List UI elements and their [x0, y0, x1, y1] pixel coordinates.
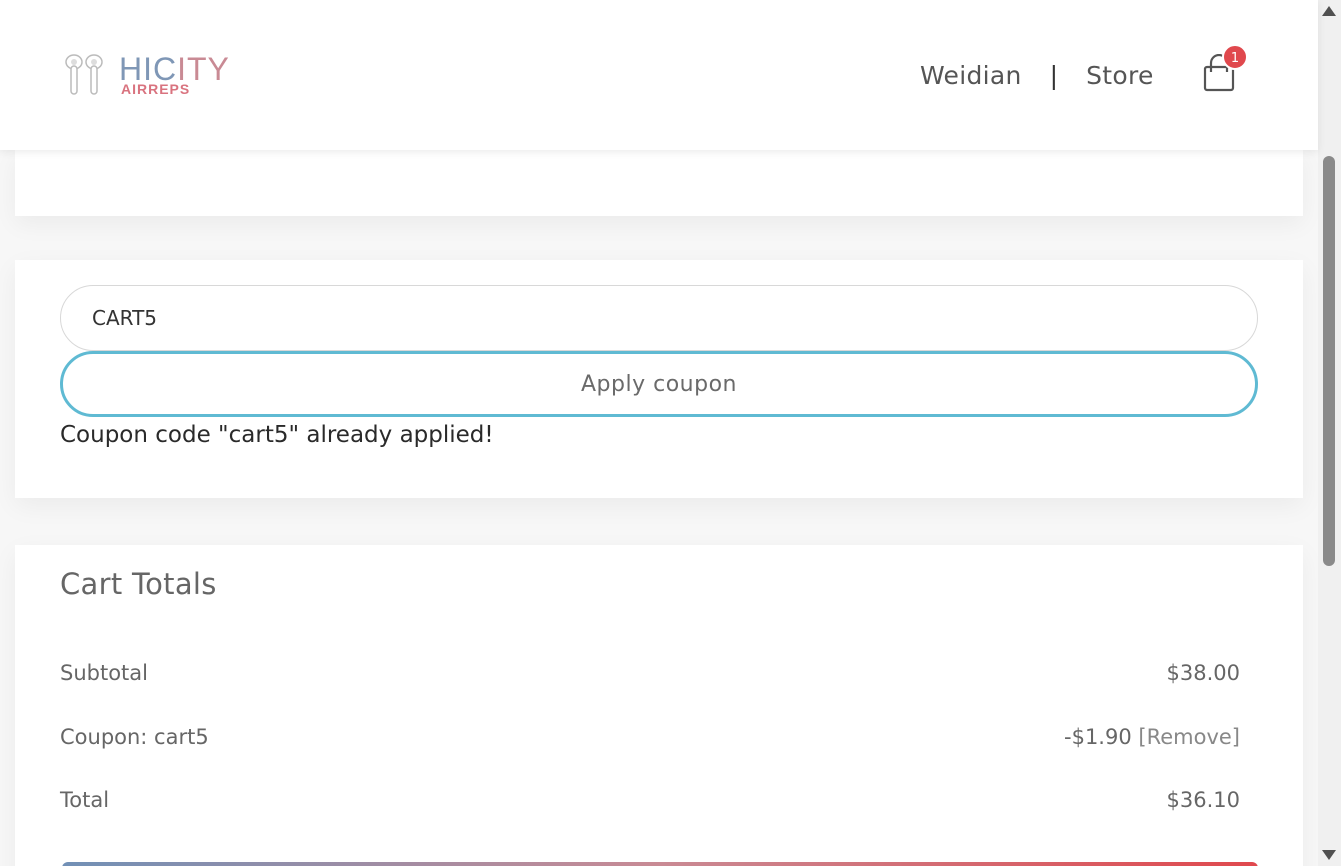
remove-coupon-link[interactable]: [Remove] [1138, 725, 1240, 749]
main-nav: Weidian | Store [920, 58, 1154, 92]
total-label: Total [60, 788, 110, 812]
site-header: HICITY AIRREPS Weidian | Store 1 [0, 0, 1318, 150]
nav-link-store[interactable]: Store [1086, 61, 1154, 90]
page-scrollbar[interactable] [1318, 0, 1341, 866]
cart-items-card [15, 150, 1303, 216]
coupon-message: Coupon code "cart5" already applied! [60, 422, 494, 448]
total-value: $36.10 [1166, 788, 1240, 812]
earbuds-logo-icon [65, 54, 103, 95]
coupon-code-input[interactable] [60, 285, 1258, 351]
scroll-up-icon[interactable] [1322, 6, 1336, 16]
subtotal-value: $38.00 [1166, 661, 1240, 685]
subtotal-label: Subtotal [60, 661, 148, 685]
coupon-discount-value: -$1.90 [1064, 725, 1132, 749]
scrollbar-thumb[interactable] [1323, 156, 1335, 566]
nav-separator: | [1049, 60, 1059, 90]
apply-coupon-button[interactable]: Apply coupon [60, 351, 1258, 417]
cart-totals-section: Cart Totals Subtotal $38.00 Coupon: cart… [15, 545, 1303, 866]
cart-totals-title: Cart Totals [60, 567, 217, 601]
cart-count-badge: 1 [1222, 44, 1248, 70]
scroll-down-icon[interactable] [1322, 850, 1336, 860]
checkout-button[interactable] [62, 862, 1258, 866]
coupon-section: Apply coupon Coupon code "cart5" already… [15, 260, 1303, 498]
coupon-discount-label: Coupon: cart5 [60, 725, 209, 749]
coupon-discount-amount-group: -$1.90 [Remove] [1064, 725, 1240, 749]
subtotal-row: Subtotal $38.00 [60, 661, 1240, 685]
nav-link-weidian[interactable]: Weidian [920, 61, 1022, 90]
site-logo[interactable]: HICITY AIRREPS [64, 52, 244, 98]
logo-sub-text: AIRREPS [121, 81, 191, 97]
total-row: Total $36.10 [60, 788, 1240, 812]
coupon-discount-row: Coupon: cart5 -$1.90 [Remove] [60, 725, 1240, 749]
